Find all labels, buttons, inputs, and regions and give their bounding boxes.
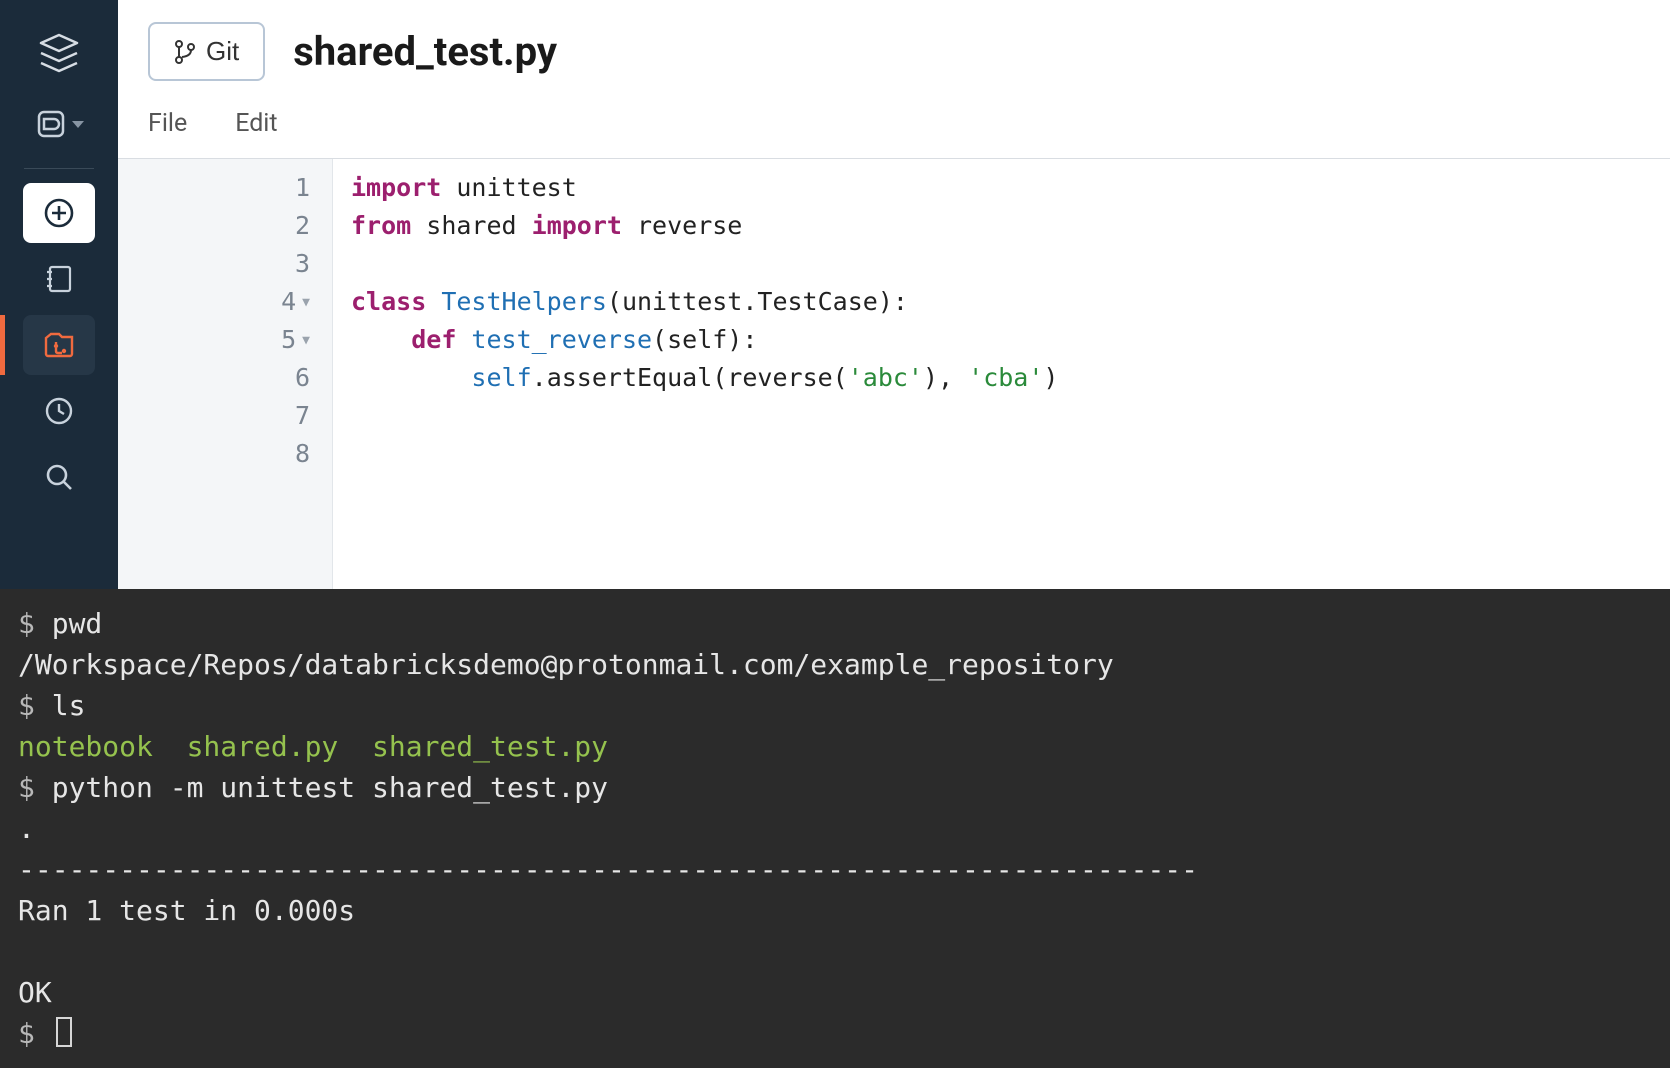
sidebar-data-dropdown[interactable]	[23, 94, 95, 154]
code-area[interactable]: import unittest from shared import rever…	[333, 159, 1670, 589]
repos-icon	[42, 328, 76, 362]
gutter-line: 6	[118, 359, 332, 397]
menu-edit[interactable]: Edit	[235, 109, 277, 138]
editor-gutter: 1 2 3 4▼ 5▼ 6 7 8	[118, 159, 333, 589]
chevron-down-icon	[72, 121, 84, 128]
sidebar-recents[interactable]	[23, 381, 95, 441]
git-button[interactable]: Git	[148, 22, 265, 81]
editor: 1 2 3 4▼ 5▼ 6 7 8 import unittest from s…	[118, 159, 1670, 589]
sidebar	[0, 0, 118, 589]
gutter-line: 1	[118, 169, 332, 207]
stack-icon	[35, 29, 83, 77]
main-area: Git shared_test.py File Edit 1 2 3 4▼ 5▼…	[118, 0, 1670, 589]
menu-bar: File Edit	[118, 91, 1670, 159]
sidebar-search[interactable]	[23, 447, 95, 507]
clock-icon	[43, 395, 75, 427]
header-row: Git shared_test.py	[118, 0, 1670, 91]
sidebar-logo[interactable]	[23, 18, 95, 88]
git-button-label: Git	[206, 36, 239, 67]
notebook-icon	[43, 263, 75, 295]
plus-circle-icon	[42, 196, 76, 230]
gutter-line: 4▼	[118, 283, 332, 321]
sidebar-divider	[24, 168, 94, 169]
top-region: Git shared_test.py File Edit 1 2 3 4▼ 5▼…	[0, 0, 1670, 589]
fold-marker-icon[interactable]: ▼	[302, 295, 310, 310]
gutter-line: 5▼	[118, 321, 332, 359]
sidebar-repos[interactable]	[23, 315, 95, 375]
gutter-line: 8	[118, 435, 332, 473]
search-icon	[43, 461, 75, 493]
data-icon	[34, 107, 68, 141]
gutter-line: 2	[118, 207, 332, 245]
gutter-line: 7	[118, 397, 332, 435]
terminal[interactable]: $ pwd /Workspace/Repos/databricksdemo@pr…	[0, 589, 1670, 1068]
terminal-cursor	[56, 1017, 72, 1047]
gutter-line: 3	[118, 245, 332, 283]
fold-marker-icon[interactable]: ▼	[302, 333, 310, 348]
file-title: shared_test.py	[293, 28, 557, 75]
sidebar-create[interactable]	[23, 183, 95, 243]
git-branch-icon	[174, 39, 196, 65]
sidebar-notebook[interactable]	[23, 249, 95, 309]
menu-file[interactable]: File	[148, 109, 187, 138]
